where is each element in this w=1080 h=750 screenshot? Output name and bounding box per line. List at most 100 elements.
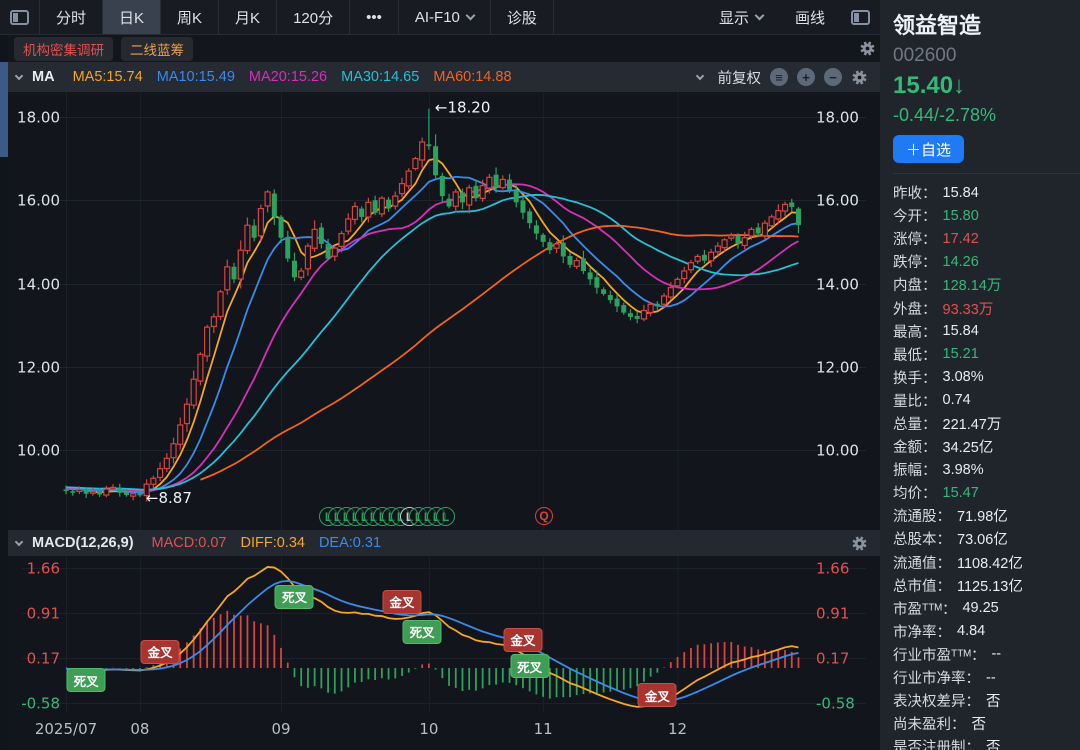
toolbar-item-label: 显示 bbox=[719, 7, 749, 28]
stat-row: 尚未盈利：否 bbox=[893, 712, 1080, 735]
chevron-down-icon bbox=[465, 11, 475, 21]
stat-value: -- bbox=[991, 646, 1001, 662]
stat-label: 金额： bbox=[893, 436, 937, 457]
stat-label: 行业市盈ᵀᵀᴹ： bbox=[893, 644, 985, 665]
stat-row: 流通股：71.98亿 bbox=[893, 504, 1080, 527]
stat-row: 内盘：128.14万 bbox=[893, 273, 1080, 296]
concept-tag-row: 机构密集调研二线蓝筹 bbox=[8, 35, 880, 62]
stat-value: 15.84 bbox=[943, 185, 979, 201]
death-cross-badge: 死叉 bbox=[67, 668, 106, 692]
stat-row: 行业市盈ᵀᵀᴹ： -- bbox=[893, 643, 1080, 666]
stat-value: 14.26 bbox=[943, 254, 979, 270]
stat-row: 总量： 221.47万 bbox=[893, 412, 1080, 435]
toolbar-item-3[interactable]: 月K bbox=[219, 0, 277, 34]
list-icon[interactable]: ≡ bbox=[770, 68, 788, 86]
add-watchlist-button[interactable]: ＋自选 bbox=[893, 135, 964, 163]
stat-label: 换手： bbox=[893, 367, 937, 388]
ma-indicator-row: MA MA5:15.74MA10:15.49MA20:15.26MA30:14.… bbox=[8, 62, 880, 92]
adjust-mode-label[interactable]: 前复权 bbox=[718, 67, 762, 88]
concept-tag-1[interactable]: 二线蓝筹 bbox=[121, 37, 193, 61]
toolbar-item-label: AI-F10 bbox=[415, 9, 460, 26]
ma-title: MA bbox=[32, 69, 55, 85]
zoom-out-icon[interactable]: − bbox=[824, 68, 842, 86]
ma-legend: MA5:15.74MA10:15.49MA20:15.26MA30:14.65M… bbox=[59, 69, 512, 85]
stat-row: 市盈ᵀᵀᴹ：49.25 bbox=[893, 597, 1080, 620]
legend-item: DIFF:0.34 bbox=[240, 535, 304, 551]
candlestick-chart-canvas[interactable] bbox=[8, 92, 880, 530]
toolbar-item-4[interactable]: 120分 bbox=[277, 0, 350, 34]
golden-cross-badge: 金叉 bbox=[382, 590, 421, 614]
stat-row: 流通值：1108.42亿 bbox=[893, 551, 1080, 574]
stat-row: 表决权差异：否 bbox=[893, 689, 1080, 712]
toolbar-item-label: 分时 bbox=[56, 7, 86, 28]
stat-row: 总股本：73.06亿 bbox=[893, 527, 1080, 550]
stock-name: 领益智造 bbox=[893, 8, 1080, 40]
stat-label: 流通值： bbox=[893, 552, 951, 573]
stat-row: 振幅：3.98% bbox=[893, 458, 1080, 481]
stat-value: 71.98亿 bbox=[957, 505, 1008, 526]
toolbar-right-item-1[interactable]: 画线 bbox=[779, 0, 841, 34]
stat-row: 跌停：14.26 bbox=[893, 250, 1080, 273]
stat-row: 外盘：93.33万 bbox=[893, 296, 1080, 319]
legend-item: MA10:15.49 bbox=[157, 69, 235, 85]
death-cross-badge: 死叉 bbox=[275, 585, 314, 609]
toolbar-item-2[interactable]: 周K bbox=[161, 0, 219, 34]
collapse-left-panel-button[interactable] bbox=[0, 0, 40, 34]
toolbar-item-label: ••• bbox=[366, 9, 382, 26]
gear-icon[interactable] bbox=[859, 40, 876, 57]
concept-tag-0[interactable]: 机构密集调研 bbox=[14, 37, 113, 61]
stat-label: 是否注册制： bbox=[893, 736, 980, 750]
stat-row: 昨收：15.84 bbox=[893, 181, 1080, 204]
stat-row: 最高：15.84 bbox=[893, 320, 1080, 343]
stat-label: 表决权差异： bbox=[893, 690, 980, 711]
stat-value: 34.25亿 bbox=[943, 436, 994, 457]
rail-scroll-indicator[interactable] bbox=[0, 62, 8, 157]
macd-chart-canvas[interactable] bbox=[8, 556, 880, 750]
chevron-down-icon[interactable] bbox=[15, 537, 23, 545]
chevron-down-icon[interactable] bbox=[695, 71, 703, 79]
stat-row: 行业市净率：-- bbox=[893, 666, 1080, 689]
stat-value: 49.25 bbox=[962, 600, 998, 616]
stat-value: -- bbox=[986, 670, 996, 686]
legend-item: DEA:0.31 bbox=[319, 535, 381, 551]
event-marker-cluster[interactable]: LLLLLLLLLLLLLL bbox=[319, 507, 455, 527]
quote-sidebar: 领益智造 002600 15.40↓ -0.44/-2.78% ＋自选 昨收：1… bbox=[880, 0, 1080, 750]
top-toolbar: 分时 日K 周K月K120分 ••• AI-F10 诊股 显示 画线 bbox=[0, 0, 880, 35]
stat-value: 221.47万 bbox=[943, 413, 1002, 434]
gear-icon[interactable] bbox=[851, 69, 868, 86]
l-event-marker[interactable]: L bbox=[436, 507, 455, 526]
stat-label: 尚未盈利： bbox=[893, 713, 966, 734]
stat-row: 最低：15.21 bbox=[893, 343, 1080, 366]
zoom-in-icon[interactable]: + bbox=[797, 68, 815, 86]
stat-value: 17.42 bbox=[943, 231, 979, 247]
collapse-right-panel-button[interactable] bbox=[841, 0, 880, 34]
stat-label: 总股本： bbox=[893, 528, 951, 549]
legend-item: MA30:14.65 bbox=[341, 69, 419, 85]
toolbar-item-6[interactable]: AI-F10 bbox=[399, 0, 491, 34]
stat-row: 量比：0.74 bbox=[893, 389, 1080, 412]
stat-value: 15.47 bbox=[943, 485, 979, 501]
golden-cross-badge: 金叉 bbox=[503, 628, 542, 652]
toolbar-right-item-0[interactable]: 显示 bbox=[703, 0, 779, 34]
toolbar-item-0[interactable]: 分时 bbox=[40, 0, 103, 34]
toolbar-item-1[interactable]: 日K bbox=[103, 0, 161, 34]
stat-label: 外盘： bbox=[893, 298, 937, 319]
toolbar-item-5[interactable]: ••• bbox=[350, 0, 399, 34]
stat-row: 市净率：4.84 bbox=[893, 620, 1080, 643]
chevron-down-icon[interactable] bbox=[15, 71, 23, 79]
stat-row: 总市值：1125.13亿 bbox=[893, 574, 1080, 597]
legend-item: MA5:15.74 bbox=[73, 69, 143, 85]
toolbar-right-group: 显示 画线 bbox=[703, 0, 841, 34]
stat-label: 最低： bbox=[893, 344, 937, 365]
gear-icon[interactable] bbox=[851, 535, 868, 552]
period-tabs: 分时 日K 周K月K120分 ••• AI-F10 诊股 bbox=[40, 0, 554, 34]
toolbar-item-label: 诊股 bbox=[507, 7, 537, 28]
toolbar-item-label: 日K bbox=[119, 7, 144, 28]
stats-list: 昨收：15.84今开：15.80涨停：17.42跌停：14.26内盘：128.1… bbox=[893, 173, 1080, 750]
stock-chart-app: 分时日K周K月K120分•••AI-F10诊股 显示画线 机构密集调研二线蓝筹 … bbox=[0, 0, 1080, 750]
q-event-marker[interactable]: Q bbox=[535, 507, 553, 525]
stat-row: 涨停：17.42 bbox=[893, 227, 1080, 250]
toolbar-item-7[interactable]: 诊股 bbox=[491, 0, 554, 34]
stat-label: 总量： bbox=[893, 413, 937, 434]
stat-label: 最高： bbox=[893, 321, 937, 342]
